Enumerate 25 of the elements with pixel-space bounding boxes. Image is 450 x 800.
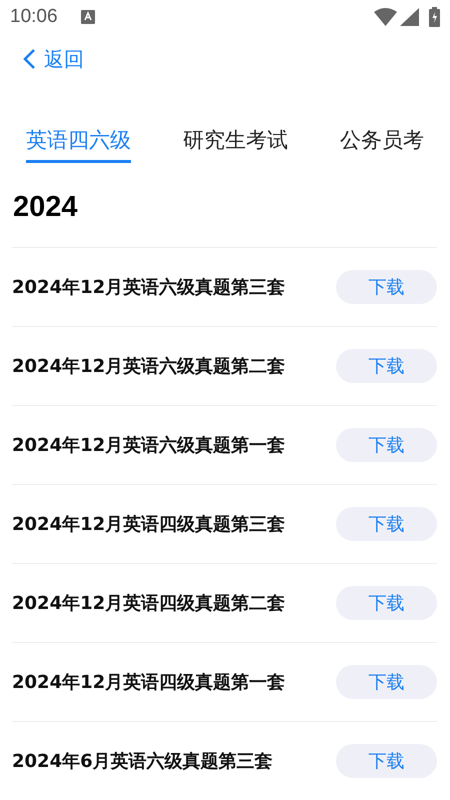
exam-title: 2024年6月英语六级真题第三套 xyxy=(12,750,273,774)
back-button[interactable]: 返回 xyxy=(22,44,84,74)
exam-title: 2024年12月英语六级真题第三套 xyxy=(12,276,286,300)
wifi-icon xyxy=(374,8,397,26)
signal-icon xyxy=(400,8,419,26)
exam-title: 2024年12月英语四级真题第一套 xyxy=(12,670,286,694)
download-button[interactable]: 下载 xyxy=(336,270,437,304)
download-button[interactable]: 下载 xyxy=(336,744,437,778)
exam-title: 2024年12月英语六级真题第一套 xyxy=(12,434,286,458)
download-button[interactable]: 下载 xyxy=(336,349,437,383)
keyboard-notification-icon xyxy=(80,10,95,24)
chevron-left-icon xyxy=(22,48,36,70)
download-button[interactable]: 下载 xyxy=(336,507,437,541)
category-tab[interactable]: 研究生考试 xyxy=(183,123,288,164)
download-button[interactable]: 下载 xyxy=(336,665,437,699)
year-heading: 2024 xyxy=(13,190,78,222)
exam-title: 2024年12月英语四级真题第三套 xyxy=(12,512,286,536)
category-tab[interactable]: 英语四六级 xyxy=(26,123,131,164)
status-time: 10:06 xyxy=(10,5,58,30)
exam-title: 2024年12月英语四级真题第二套 xyxy=(12,592,286,616)
download-button[interactable]: 下载 xyxy=(336,428,437,462)
download-button[interactable]: 下载 xyxy=(336,586,437,620)
category-tab[interactable]: 公务员考 xyxy=(340,123,424,164)
exam-title: 2024年12月英语六级真题第二套 xyxy=(12,354,286,378)
battery-charging-icon xyxy=(429,7,440,28)
